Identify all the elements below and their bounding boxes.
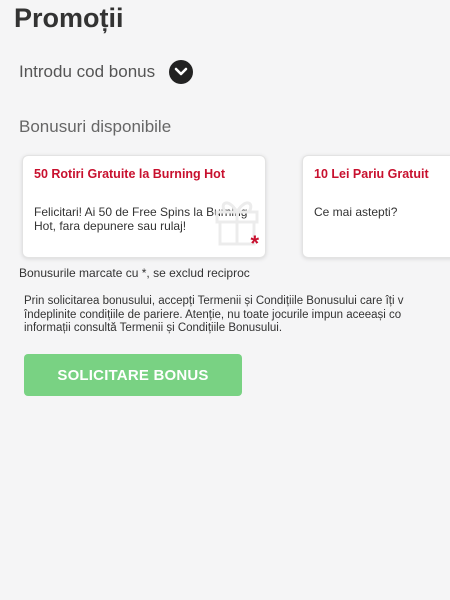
bonus-card-description: Ce mai astepti?	[314, 205, 398, 219]
section-title: Bonusuri disponibile	[19, 117, 172, 136]
chevron-down-icon[interactable]	[169, 60, 194, 84]
bonus-code-toggle[interactable]: Introdu cod bonus	[19, 60, 194, 84]
terms-line: Prin solicitarea bonusului, accepți Term…	[24, 295, 404, 307]
request-bonus-button[interactable]: SOLICITARE BONUS	[24, 354, 242, 396]
bonus-code-label: Introdu cod bonus	[19, 62, 156, 81]
exclusive-note: Bonusurile marcate cu *, se exclud recip…	[19, 266, 250, 280]
exclusive-marker: *	[250, 231, 259, 256]
bonus-card[interactable]: 10 Lei Pariu Gratuit Ce mai astepti?	[302, 155, 450, 258]
bonus-card[interactable]: 50 Rotiri Gratuite la Burning Hot Felici…	[22, 155, 266, 258]
bonus-card-title: 50 Rotiri Gratuite la Burning Hot	[34, 167, 225, 181]
terms-line: informații consultă Termenii și Condiții…	[24, 322, 283, 334]
page-title: Promoții	[14, 3, 124, 33]
terms-line: îndeplinite condițiile de pariere. Atenț…	[24, 308, 402, 321]
bonus-card-title: 10 Lei Pariu Gratuit	[314, 167, 429, 181]
terms-text: Prin solicitarea bonusului, accepți Term…	[24, 295, 450, 336]
